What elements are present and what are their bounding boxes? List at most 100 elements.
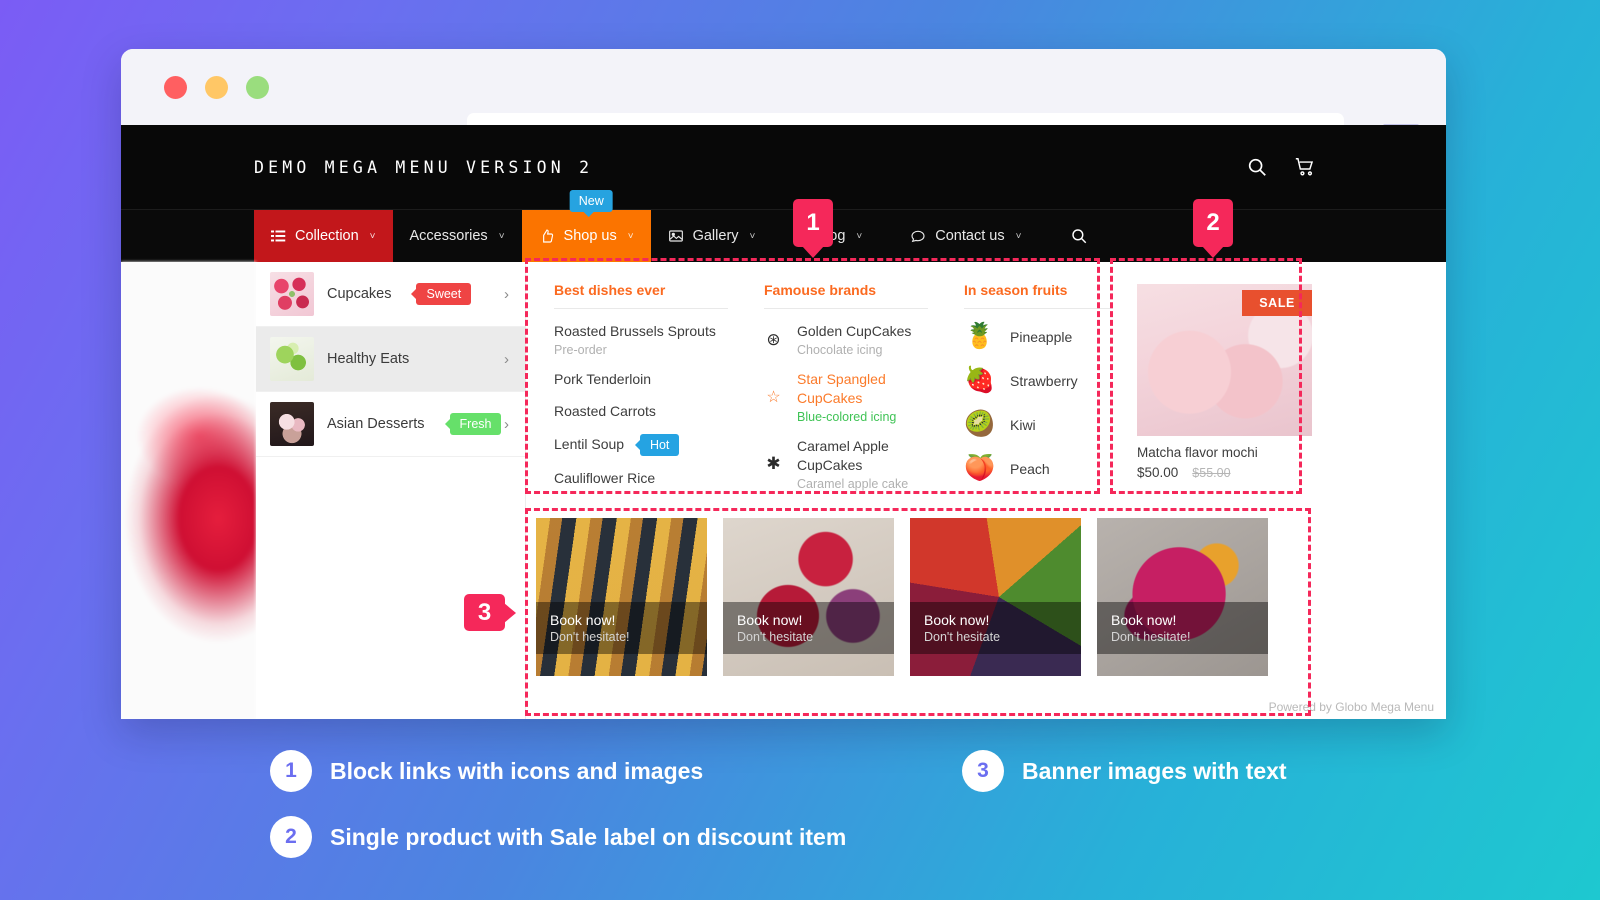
sidebar-item-cupcakes[interactable]: Cupcakes Sweet ›	[256, 262, 525, 327]
link-label: Roasted Brussels Sprouts	[554, 323, 716, 339]
image-icon	[668, 230, 683, 242]
mega-menu-panel: Cupcakes Sweet › Healthy Eats › Asian De…	[121, 262, 1446, 719]
nav-item-contact-us[interactable]: Contact us ˅	[893, 210, 1038, 262]
background-photo	[121, 262, 256, 719]
link-badge-hot: Hot	[639, 433, 680, 457]
maximize-window-button[interactable]	[246, 75, 269, 99]
caption-text: Block links with icons and images	[330, 757, 704, 784]
fruit-item-peach[interactable]: 🍑 Peach	[964, 454, 1113, 483]
brand-label: Caramel Apple CupCakes	[797, 437, 889, 473]
banner-subtitle: Don't hesitate	[924, 630, 1001, 644]
close-window-button[interactable]	[164, 75, 187, 99]
brand-item-golden-cupcakes[interactable]: ⊛ Golden CupCakes Chocolate icing	[764, 322, 928, 357]
annotation-marker-1: 1	[793, 199, 833, 247]
nav-label: Accessories	[409, 228, 488, 244]
fruit-item-kiwi[interactable]: 🥝 Kiwi	[964, 410, 1113, 439]
caption-1: 1 Block links with icons and images	[270, 750, 703, 792]
brand-text: Golden CupCakes Chocolate icing	[797, 322, 911, 357]
search-icon[interactable]	[1246, 156, 1268, 178]
fruit-item-strawberry[interactable]: 🍓 Strawberry	[964, 366, 1113, 395]
banner-title: Book now!	[1111, 612, 1177, 628]
banner-fruit-platter[interactable]: Book now! Don't hesitate	[910, 518, 1081, 676]
header-icon-group	[1246, 156, 1316, 178]
sidebar-item-asian-desserts[interactable]: Asian Desserts Fresh ›	[256, 392, 525, 457]
chevron-right-icon: ›	[504, 415, 509, 433]
site-brand-title[interactable]: DEMO MEGA MENU VERSION 2	[254, 158, 593, 177]
nav-label: Shop us	[563, 228, 617, 244]
link-label: Roasted Carrots	[554, 402, 656, 419]
chevron-down-icon: ˅	[498, 230, 505, 242]
pineapple-icon: 🍍	[964, 322, 996, 350]
browser-chrome-bar	[121, 49, 1446, 158]
star-outline-icon: ☆	[766, 388, 781, 406]
sidebar-badge-fresh: Fresh	[449, 412, 502, 436]
chevron-down-icon: ˅	[627, 230, 634, 242]
nav-item-accessories[interactable]: Accessories ˅	[393, 210, 522, 262]
kiwi-icon: 🥝	[964, 410, 996, 438]
nav-item-shop-us[interactable]: New Shop us ˅	[521, 190, 651, 262]
fruit-label: Peach	[1010, 460, 1050, 477]
mega-menu-content: Best dishes ever Roasted Brussels Sprout…	[526, 262, 1446, 719]
chevron-down-icon: ˅	[369, 230, 376, 242]
column-title: Best dishes ever	[554, 282, 666, 298]
sidebar-item-label: Healthy Eats	[327, 351, 410, 367]
powered-by-label: Powered by Globo Mega Menu	[1268, 700, 1434, 714]
link-item[interactable]: Roasted Carrots	[554, 402, 728, 421]
column-in-season-fruits: In season fruits 🍍 Pineapple 🍓 Strawberr…	[946, 282, 1131, 508]
sidebar-item-label: Asian Desserts	[327, 416, 425, 432]
brand-label: Star Spangled CupCakes	[797, 371, 886, 406]
main-navigation: Collection ˅ Accessories ˅ New Shop us ˅…	[121, 190, 1446, 262]
chevron-right-icon: ›	[504, 285, 509, 303]
banner-hotdogs[interactable]: Book now! Don't hesitate!	[536, 518, 707, 676]
minimize-window-button[interactable]	[205, 75, 228, 99]
traffic-lights	[164, 75, 269, 99]
nav-label: Collection	[295, 228, 359, 244]
nav-item-gallery[interactable]: Gallery ˅	[651, 210, 773, 262]
site-header: DEMO MEGA MENU VERSION 2	[121, 125, 1446, 209]
nav-label: Gallery	[692, 228, 739, 244]
browser-window: DEMO MEGA MENU VERSION 2 Collection ˅ Ac…	[121, 49, 1446, 719]
link-item[interactable]: Roasted Brussels Sprouts Pre-order	[554, 322, 728, 357]
column-title: Famouse brands	[764, 282, 877, 298]
column-best-dishes: Best dishes ever Roasted Brussels Sprout…	[536, 282, 746, 508]
link-item[interactable]: Pork Tenderloin	[554, 370, 728, 389]
marker-number: 3	[477, 598, 492, 626]
banner-berry-platter[interactable]: Book now! Don't hesitate!	[1097, 518, 1268, 676]
annotation-marker-2: 2	[1193, 199, 1233, 247]
cart-icon[interactable]	[1294, 156, 1316, 178]
brand-item-caramel-apple-cupcakes[interactable]: ✱ Caramel Apple CupCakes Caramel apple c…	[764, 437, 928, 491]
banner-title: Book now!	[737, 612, 803, 628]
mega-menu-columns: Best dishes ever Roasted Brussels Sprout…	[526, 262, 1446, 508]
caption-2: 2 Single product with Sale label on disc…	[270, 816, 846, 858]
banner-row: Book now! Don't hesitate! Book now! Don'…	[526, 508, 1446, 676]
banner-overlay: Book now! Don't hesitate!	[536, 602, 707, 654]
link-item[interactable]: Lentil Soup Hot	[554, 433, 728, 457]
link-text: Lentil Soup	[554, 435, 625, 452]
banner-title: Book now!	[924, 612, 990, 628]
fruit-item-pineapple[interactable]: 🍍 Pineapple	[964, 322, 1113, 351]
nav-badge-new: New	[569, 190, 613, 218]
link-sublabel: Pre-order	[554, 342, 607, 357]
link-item[interactable]: Cauliflower Rice	[554, 469, 728, 488]
circled-asterisk-icon: ⊛	[766, 329, 781, 349]
brand-item-star-spangled-cupcakes[interactable]: ☆ Star Spangled CupCakes Blue-colored ic…	[764, 370, 928, 424]
nav-label: Contact us	[935, 228, 1005, 244]
caption-text: Single product with Sale label on discou…	[330, 823, 847, 850]
brand-sublabel: Blue-colored icing	[797, 409, 897, 424]
column-divider	[964, 308, 1113, 309]
nav-item-collection[interactable]: Collection ˅	[254, 210, 393, 262]
chevron-down-icon: ˅	[749, 230, 756, 242]
chevron-right-icon: ›	[504, 350, 509, 368]
cupcakes-thumb	[270, 272, 314, 316]
brand-label: Golden CupCakes	[797, 323, 912, 339]
sidebar-item-healthy-eats[interactable]: Healthy Eats ›	[256, 327, 525, 392]
column-title: In season fruits	[964, 282, 1068, 298]
chat-icon	[911, 230, 925, 243]
search-icon	[1072, 229, 1087, 244]
nav-search-button[interactable]	[1050, 210, 1108, 262]
asterisk-icon: ✱	[766, 453, 781, 473]
peach-icon: 🍑	[964, 454, 996, 482]
product-card[interactable]: SALE Matcha flavor mochi $50.00 $55.00	[1137, 282, 1327, 508]
banner-berry-cake[interactable]: Book now! Don't hesitate	[723, 518, 894, 676]
asian-desserts-thumb	[270, 402, 314, 446]
